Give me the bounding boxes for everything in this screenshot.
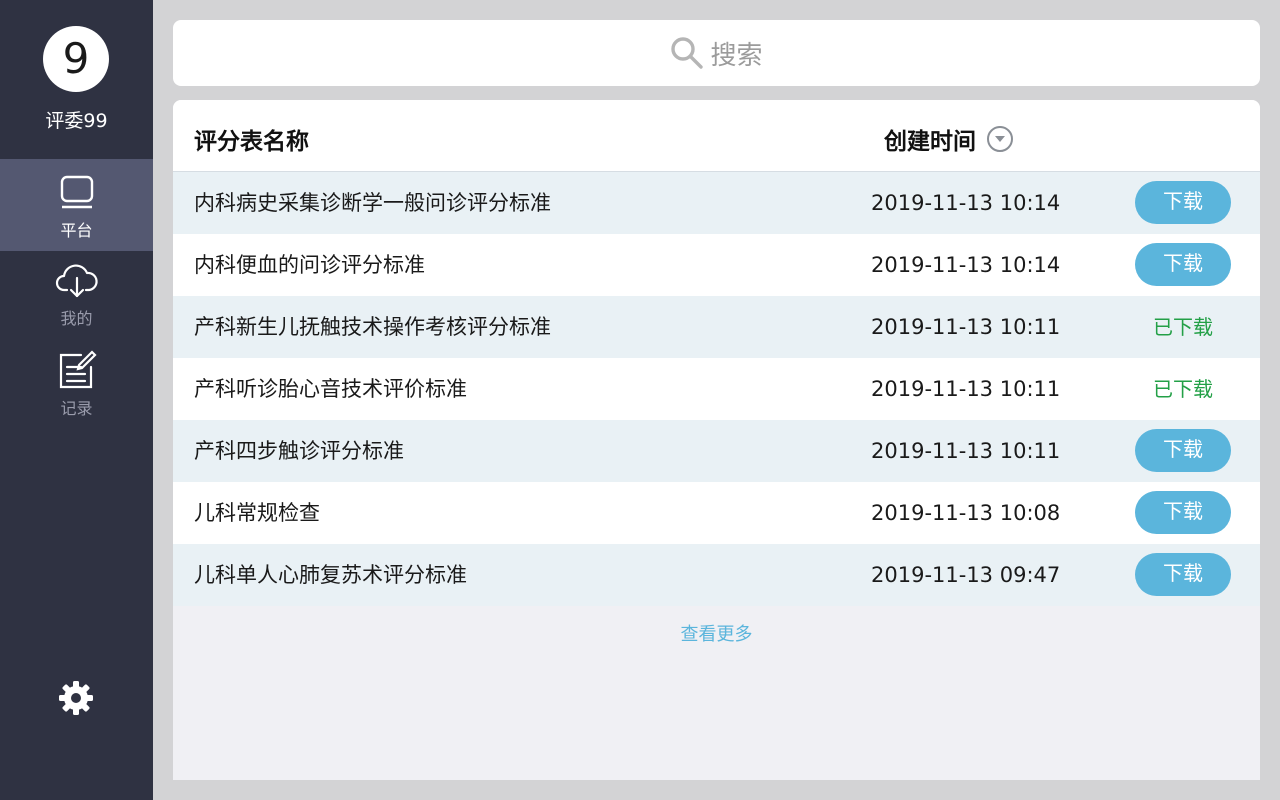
row-created-time: 2019-11-13 09:47 xyxy=(871,563,1061,587)
row-created-time: 2019-11-13 10:11 xyxy=(871,439,1061,463)
cloud-download-icon xyxy=(55,264,98,298)
row-name: 产科四步触诊评分标准 xyxy=(194,439,404,463)
sidebar-item-label: 平台 xyxy=(60,221,93,240)
sidebar: 9 评委99 平台 我的 记录 xyxy=(0,0,153,800)
download-button[interactable]: 下载 xyxy=(1135,491,1231,534)
table-row[interactable]: 产科新生儿抚触技术操作考核评分标准 2019-11-13 10:11 已下载 xyxy=(173,296,1260,358)
downloaded-status: 已下载 xyxy=(1153,315,1213,339)
sidebar-item-label: 记录 xyxy=(60,399,93,418)
row-created-time: 2019-11-13 10:14 xyxy=(871,191,1061,215)
column-header-time[interactable]: 创建时间 xyxy=(884,122,1014,156)
edit-note-icon xyxy=(59,350,97,389)
download-button[interactable]: 下载 xyxy=(1135,553,1231,596)
download-button[interactable]: 下载 xyxy=(1135,429,1231,472)
column-header-time-label: 创建时间 xyxy=(884,129,976,155)
user-name: 评委99 xyxy=(45,110,108,132)
search-input[interactable]: 搜索 xyxy=(173,20,1260,86)
row-name: 内科便血的问诊评分标准 xyxy=(194,253,425,277)
row-created-time: 2019-11-13 10:14 xyxy=(871,253,1061,277)
sidebar-item-records[interactable]: 记录 xyxy=(0,343,153,435)
search-icon xyxy=(671,37,704,69)
row-name: 产科新生儿抚触技术操作考核评分标准 xyxy=(194,315,551,339)
table-row[interactable]: 儿科单人心肺复苏术评分标准 2019-11-13 09:47 下载 xyxy=(173,544,1260,606)
sidebar-item-mine[interactable]: 我的 xyxy=(0,251,153,343)
row-created-time: 2019-11-13 10:11 xyxy=(871,377,1061,401)
app-root: 9 评委99 平台 我的 记录 搜索 评分表名称 创建时间 内科病史采集诊断学一… xyxy=(0,0,1280,800)
table-row[interactable]: 内科病史采集诊断学一般问诊评分标准 2019-11-13 10:14 下载 xyxy=(173,172,1260,234)
column-header-name: 评分表名称 xyxy=(194,129,309,155)
download-button[interactable]: 下载 xyxy=(1135,181,1231,224)
row-created-time: 2019-11-13 10:08 xyxy=(871,501,1061,525)
row-created-time: 2019-11-13 10:11 xyxy=(871,315,1061,339)
sidebar-item-platform[interactable]: 平台 xyxy=(0,159,153,251)
avatar[interactable]: 9 xyxy=(43,26,109,92)
row-name: 儿科单人心肺复苏术评分标准 xyxy=(194,563,467,587)
table-header: 评分表名称 创建时间 xyxy=(173,100,1260,172)
table-body: 内科病史采集诊断学一般问诊评分标准 2019-11-13 10:14 下载 内科便血的… xyxy=(173,172,1260,606)
row-name: 儿科常规检查 xyxy=(194,501,320,525)
monitor-icon xyxy=(60,175,93,209)
row-name: 内科病史采集诊断学一般问诊评分标准 xyxy=(194,191,551,215)
search-placeholder: 搜索 xyxy=(710,40,763,71)
scoring-table-panel: 评分表名称 创建时间 内科病史采集诊断学一般问诊评分标准 2019-11-13 1… xyxy=(173,100,1260,780)
sort-dropdown-icon[interactable] xyxy=(986,125,1014,153)
download-button[interactable]: 下载 xyxy=(1135,243,1231,286)
row-name: 产科听诊胎心音技术评价标准 xyxy=(194,377,467,401)
table-row[interactable]: 儿科常规检查 2019-11-13 10:08 下载 xyxy=(173,482,1260,544)
downloaded-status: 已下载 xyxy=(1153,377,1213,401)
view-more-link[interactable]: 查看更多 xyxy=(173,620,1260,646)
table-row[interactable]: 产科四步触诊评分标准 2019-11-13 10:11 下载 xyxy=(173,420,1260,482)
search-box[interactable]: 搜索 xyxy=(173,20,1260,86)
gear-icon[interactable] xyxy=(58,680,94,716)
table-row[interactable]: 产科听诊胎心音技术评价标准 2019-11-13 10:11 已下载 xyxy=(173,358,1260,420)
sidebar-item-label: 我的 xyxy=(60,309,93,328)
table-row[interactable]: 内科便血的问诊评分标准 2019-11-13 10:14 下载 xyxy=(173,234,1260,296)
